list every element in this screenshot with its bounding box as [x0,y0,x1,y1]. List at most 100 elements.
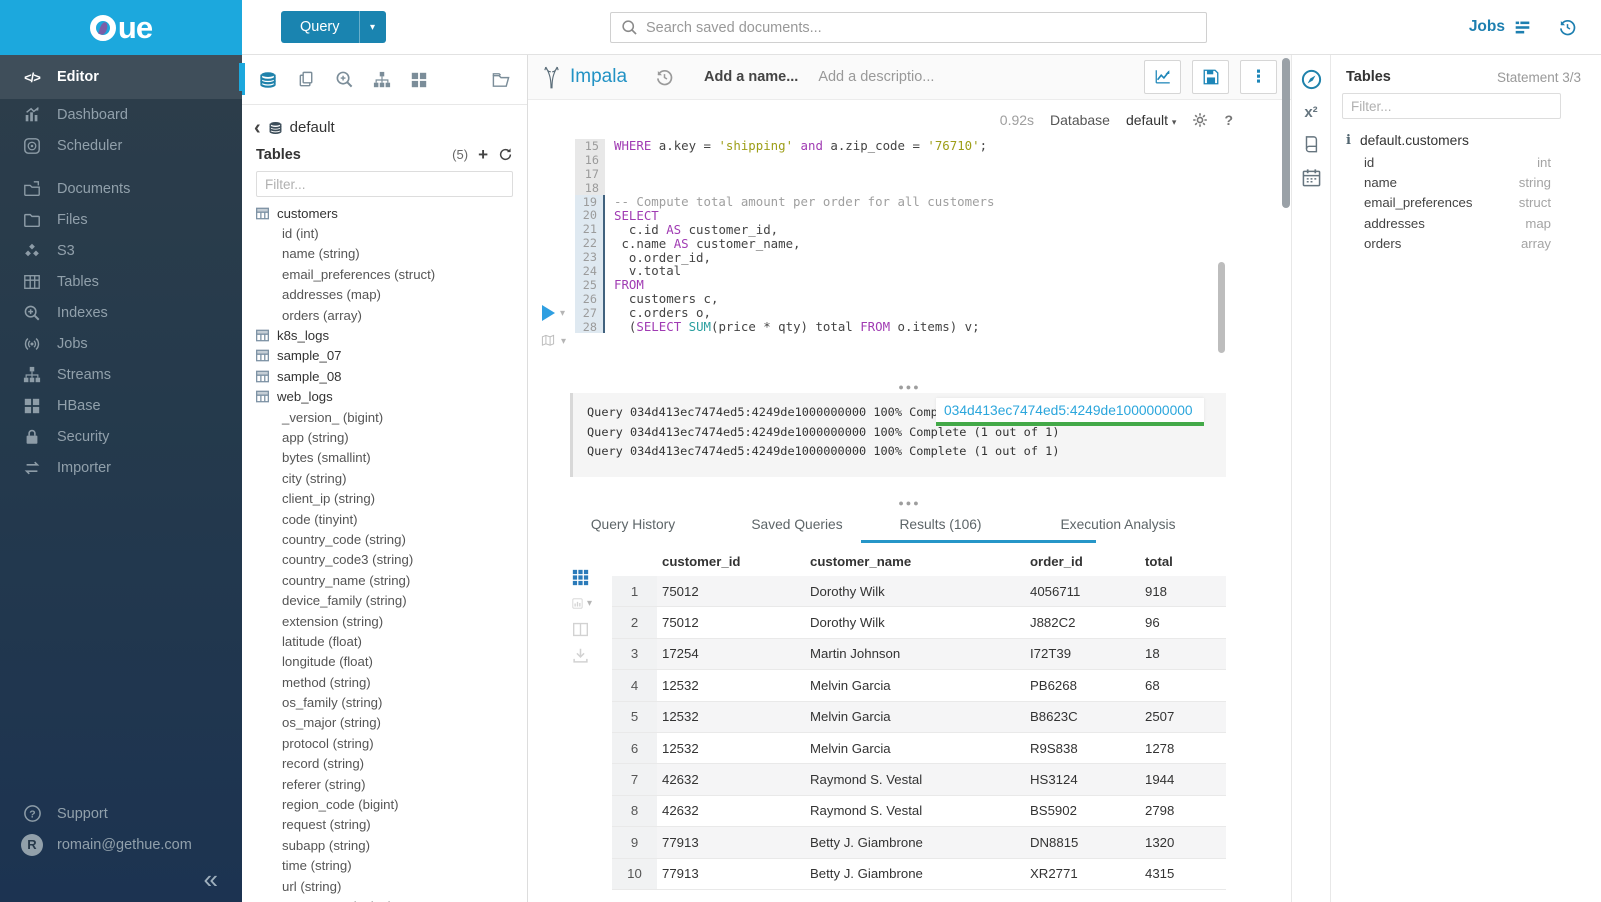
column-header[interactable]: customer_name [805,547,1025,576]
sidebar-item-streams[interactable]: Streams [0,359,242,390]
table-row[interactable]: 977913Betty J. GiambroneDN88151320 [612,827,1226,858]
code-line[interactable]: 19-- Compute total amount per order for … [575,195,994,209]
tree-table-item[interactable]: k8s_logs [242,325,527,345]
query-description-field[interactable]: Add a descriptio... [818,69,934,85]
tree-column-item[interactable]: record (string) [242,754,527,774]
resize-handle-top[interactable]: ●●● [528,382,1291,392]
tree-column-item[interactable]: url (string) [242,876,527,896]
tab-execution-analysis[interactable]: Execution Analysis [1028,505,1208,543]
tree-column-item[interactable]: country_code (string) [242,529,527,549]
tree-column-item[interactable]: subapp (string) [242,835,527,855]
query-split-button[interactable]: Query ▾ [281,11,386,43]
active-table-row[interactable]: i default.customers [1332,127,1601,152]
sidebar-item-user[interactable]: R romain@gethue.com [0,829,242,860]
help-icon[interactable]: ? [1224,112,1233,128]
tree-column-item[interactable]: os_family (string) [242,692,527,712]
code-line[interactable]: 21 c.id AS customer_id, [575,222,994,236]
table-row[interactable]: 842632Raymond S. VestalBS59022798 [612,796,1226,827]
code-line[interactable]: 26 customers c, [575,292,994,306]
code-line[interactable]: 28 (SELECT SUM(price * qty) total FROM o… [575,320,994,334]
jobs-link[interactable]: Jobs [1469,18,1532,36]
tree-column-item[interactable]: region_code (bigint) [242,794,527,814]
code-line[interactable]: 18 [575,181,994,195]
table-row[interactable]: 317254Martin JohnsonI72T3918 [612,639,1226,670]
more-actions-button[interactable]: ⋮ [1240,60,1277,94]
editor-scrollbar[interactable] [1218,262,1225,353]
tree-column-item[interactable]: country_name (string) [242,570,527,590]
code-line[interactable]: 25FROM [575,278,994,292]
search-input[interactable] [646,20,1196,36]
refresh-icon[interactable] [498,147,513,162]
tree-column-item[interactable]: os_major (string) [242,713,527,733]
language-docs-icon[interactable] [1292,135,1330,154]
right-panel-column-row[interactable]: idint [1332,152,1601,172]
table-row[interactable]: 275012Dorothy WilkJ882C296 [612,607,1226,638]
execute-button[interactable] [542,305,555,321]
code-line[interactable]: 24 v.total [575,264,994,278]
query-dropdown-caret[interactable]: ▾ [359,11,386,43]
code-line[interactable]: 17 [575,167,994,181]
table-row[interactable]: 742632Raymond S. VestalHS31241944 [612,764,1226,795]
add-table-icon[interactable]: + [478,146,488,163]
sidebar-item-documents[interactable]: Documents [0,173,242,204]
database-breadcrumb[interactable]: ‹ default [242,105,527,140]
assistant-compass-icon[interactable] [1292,69,1330,90]
sidebar-collapse-button[interactable]: « [204,866,218,892]
history-icon[interactable] [1558,18,1577,37]
table-row[interactable]: 175012Dorothy Wilk4056711918 [612,576,1226,607]
tree-column-item[interactable]: app (string) [242,427,527,447]
tree-column-item[interactable]: country_code3 (string) [242,550,527,570]
global-search[interactable] [610,12,1207,43]
column-header[interactable]: total [1140,547,1226,576]
sidebar-item-files[interactable]: Files [0,204,242,235]
sidebar-item-dashboard[interactable]: Dashboard [0,99,242,130]
tree-table-item[interactable]: sample_07 [242,346,527,366]
code-line[interactable]: 22 c.name AS customer_name, [575,236,994,250]
tree-column-item[interactable]: extension (string) [242,611,527,631]
search-zoom-icon[interactable] [335,70,354,89]
save-button[interactable] [1192,60,1229,94]
assist-filter-input[interactable] [256,171,513,197]
right-filter-input[interactable] [1342,93,1561,119]
tab-saved-queries[interactable]: Saved Queries [721,505,873,543]
sidebar-item-security[interactable]: Security [0,421,242,452]
explain-map-icon[interactable] [540,334,556,348]
tree-table-item[interactable]: sample_08 [242,366,527,386]
tree-column-item[interactable]: device_family (string) [242,590,527,610]
table-row[interactable]: 612532Melvin GarciaR9S8381278 [612,733,1226,764]
chart-view-icon[interactable]: ▾ [572,595,592,612]
hue-logo[interactable]: ue [0,0,242,55]
code-line[interactable]: 27 c.orders o, [575,306,994,320]
query-history-icon[interactable] [655,68,674,87]
schedule-icon[interactable] [1292,168,1330,187]
tree-column-item[interactable]: code (tinyint) [242,509,527,529]
chart-button[interactable] [1144,60,1181,94]
code-line[interactable]: 20SELECT [575,208,994,222]
execute-options-caret[interactable]: ▾ [560,308,565,319]
sidebar-item-support[interactable]: ? Support [0,798,242,829]
tree-column-item[interactable]: time (string) [242,856,527,876]
sidebar-item-scheduler[interactable]: Scheduler [0,130,242,161]
tree-table-item[interactable]: customers [242,203,527,223]
tree-column-item[interactable]: client_ip (string) [242,488,527,508]
tree-column-item[interactable]: id (int) [242,223,527,243]
column-header[interactable]: customer_id [657,547,805,576]
tree-column-item[interactable]: email_preferences (struct) [242,264,527,284]
tree-column-item[interactable]: user_agent (string) [242,896,527,902]
tree-column-item[interactable]: longitude (float) [242,652,527,672]
main-scrollbar[interactable] [1282,58,1290,208]
sidebar-item-editor[interactable]: </>Editor [0,55,242,99]
right-panel-column-row[interactable]: namestring [1332,172,1601,192]
code-line[interactable]: 23 o.order_id, [575,250,994,264]
tree-column-item[interactable]: protocol (string) [242,733,527,753]
table-row[interactable]: 512532Melvin GarciaB8623C2507 [612,702,1226,733]
sitemap-source-icon[interactable] [373,71,391,89]
sidebar-item-indexes[interactable]: Indexes [0,297,242,328]
column-header[interactable]: order_id [1025,547,1140,576]
database-name[interactable]: default [290,119,335,136]
sidebar-item-tables[interactable]: Tables [0,266,242,297]
tree-table-item[interactable]: web_logs [242,387,527,407]
query-button[interactable]: Query [281,11,359,43]
tree-column-item[interactable]: bytes (smallint) [242,448,527,468]
tree-column-item[interactable]: name (string) [242,244,527,264]
